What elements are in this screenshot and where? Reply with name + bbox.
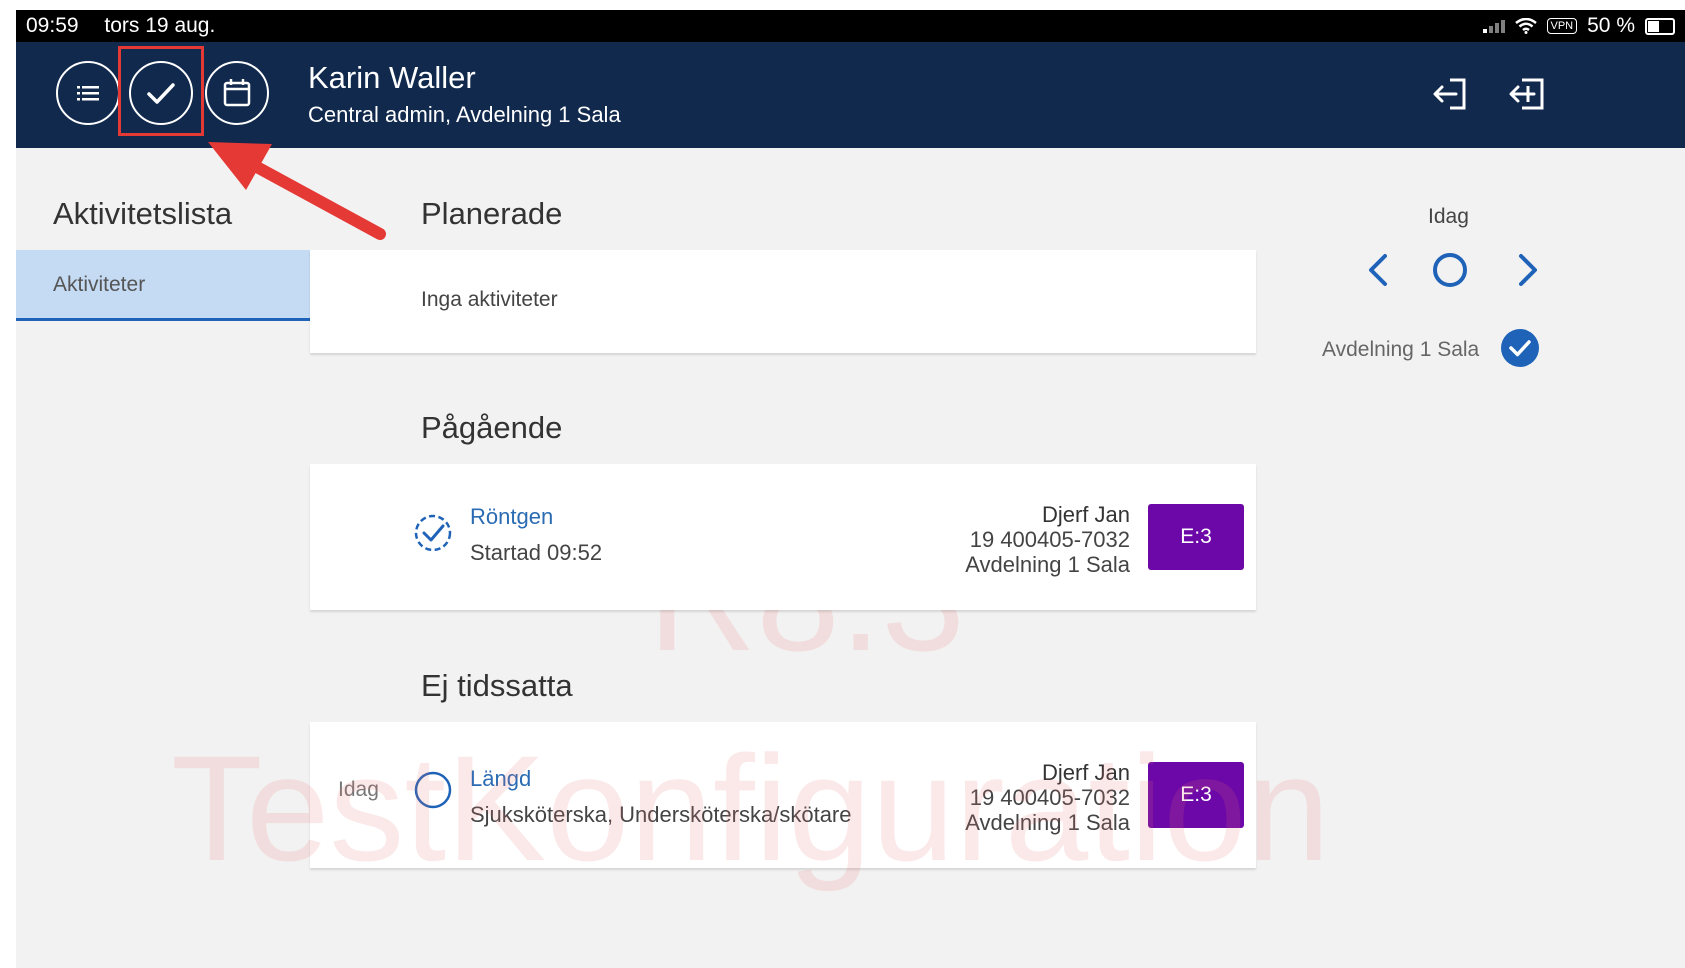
list-icon xyxy=(77,86,99,101)
planned-card: Inga aktiviteter xyxy=(310,250,1256,353)
vpn-badge: VPN xyxy=(1546,18,1578,34)
section-title-planned: Planerade xyxy=(421,196,563,231)
in-progress-icon xyxy=(414,514,452,552)
section-title-unscheduled: Ej tidssatta xyxy=(421,668,573,703)
patient-name: Djerf Jan xyxy=(1041,502,1130,527)
today-circle-icon[interactable] xyxy=(1430,250,1470,290)
section-title-ongoing: Pågående xyxy=(421,410,563,445)
unit-badge[interactable]: E:3 xyxy=(1148,762,1244,828)
activity-card[interactable]: Idag Längd Sjuksköterska, Undersköterska… xyxy=(310,722,1256,868)
unit-badge[interactable]: E:3 xyxy=(1148,504,1244,570)
empty-message: Inga aktiviteter xyxy=(421,288,558,311)
app-frame: 09:59 tors 19 aug. VPN 50 % Karin Waller xyxy=(16,10,1685,968)
patient-info: Djerf Jan 19 400405-7032 Avdelning 1 Sal… xyxy=(965,502,1130,577)
activity-name[interactable]: Röntgen xyxy=(470,504,553,530)
list-view-button[interactable] xyxy=(56,61,120,125)
wifi-icon xyxy=(1514,18,1537,34)
battery-icon xyxy=(1645,17,1675,35)
check-icon xyxy=(147,83,175,104)
activity-subtitle: Startad 09:52 xyxy=(470,540,603,565)
status-bar: 09:59 tors 19 aug. VPN 50 % xyxy=(16,10,1685,42)
activities-check-button[interactable] xyxy=(129,61,193,125)
today-label: Idag xyxy=(1428,205,1469,228)
sidebar-title: Aktivitetslista xyxy=(53,196,233,231)
chevron-left-icon[interactable] xyxy=(1360,250,1400,290)
patient-id: 19 400405-7032 xyxy=(969,527,1130,552)
activity-subtitle: Sjuksköterska, Undersköterska/skötare xyxy=(470,802,852,827)
status-date: tors 19 aug. xyxy=(104,14,216,37)
user-role: Central admin, Avdelning 1 Sala xyxy=(308,102,621,127)
check-circle-icon[interactable] xyxy=(1500,328,1540,368)
patient-ward: Avdelning 1 Sala xyxy=(965,552,1130,577)
not-started-icon xyxy=(414,771,452,809)
switch-unit-icon[interactable] xyxy=(1506,72,1550,116)
status-left: 09:59 tors 19 aug. xyxy=(26,14,235,38)
patient-info: Djerf Jan 19 400405-7032 Avdelning 1 Sal… xyxy=(965,760,1130,835)
chevron-right-icon[interactable] xyxy=(1506,250,1546,290)
activity-name[interactable]: Längd xyxy=(470,766,531,792)
sidebar-item-aktiviteter[interactable]: Aktiviteter xyxy=(16,250,310,321)
user-name: Karin Waller xyxy=(308,60,476,95)
signal-icon xyxy=(1482,19,1505,33)
status-right: VPN 50 % xyxy=(1482,14,1675,38)
app-header: Karin Waller Central admin, Avdelning 1 … xyxy=(16,42,1685,148)
ward-filter-label: Avdelning 1 Sala xyxy=(1322,338,1480,361)
patient-ward: Avdelning 1 Sala xyxy=(965,810,1130,835)
logout-icon[interactable] xyxy=(1430,72,1474,116)
patient-name: Djerf Jan xyxy=(1041,760,1130,785)
battery-percent: 50 % xyxy=(1587,14,1635,37)
calendar-icon xyxy=(223,79,251,107)
activity-card[interactable]: Röntgen Startad 09:52 Djerf Jan 19 40040… xyxy=(310,464,1256,610)
status-time: 09:59 xyxy=(26,14,79,37)
patient-id: 19 400405-7032 xyxy=(969,785,1130,810)
calendar-button[interactable] xyxy=(205,61,269,125)
activity-day-label: Idag xyxy=(338,778,379,801)
